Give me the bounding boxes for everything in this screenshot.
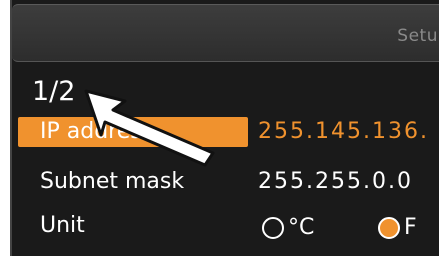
unit-label: Unit xyxy=(40,213,85,238)
celsius-radio[interactable] xyxy=(262,217,284,239)
device-screen: Setu 1/2 IP address 255.145.136. Subnet … xyxy=(10,0,439,256)
menu-row-ip-address[interactable]: IP address 255.145.136. xyxy=(12,117,439,151)
header-title: Setu xyxy=(397,26,438,46)
page-indicator: 1/2 xyxy=(32,76,76,107)
screenshot-frame: Setu 1/2 IP address 255.145.136. Subnet … xyxy=(0,0,439,256)
arrow-cursor-icon xyxy=(84,89,215,167)
ip-address-value[interactable]: 255.145.136. xyxy=(258,119,429,144)
fahrenheit-radio[interactable] xyxy=(378,217,400,239)
menu-row-subnet-mask[interactable]: Subnet mask 255.255.0.0 xyxy=(12,167,439,201)
celsius-label: °C xyxy=(288,215,315,240)
fahrenheit-label: F xyxy=(404,215,417,240)
menu-row-unit[interactable]: Unit °C F xyxy=(12,211,439,245)
subnet-mask-value[interactable]: 255.255.0.0 xyxy=(258,169,413,194)
subnet-mask-label: Subnet mask xyxy=(40,169,185,194)
header-bar: Setu xyxy=(12,4,439,62)
